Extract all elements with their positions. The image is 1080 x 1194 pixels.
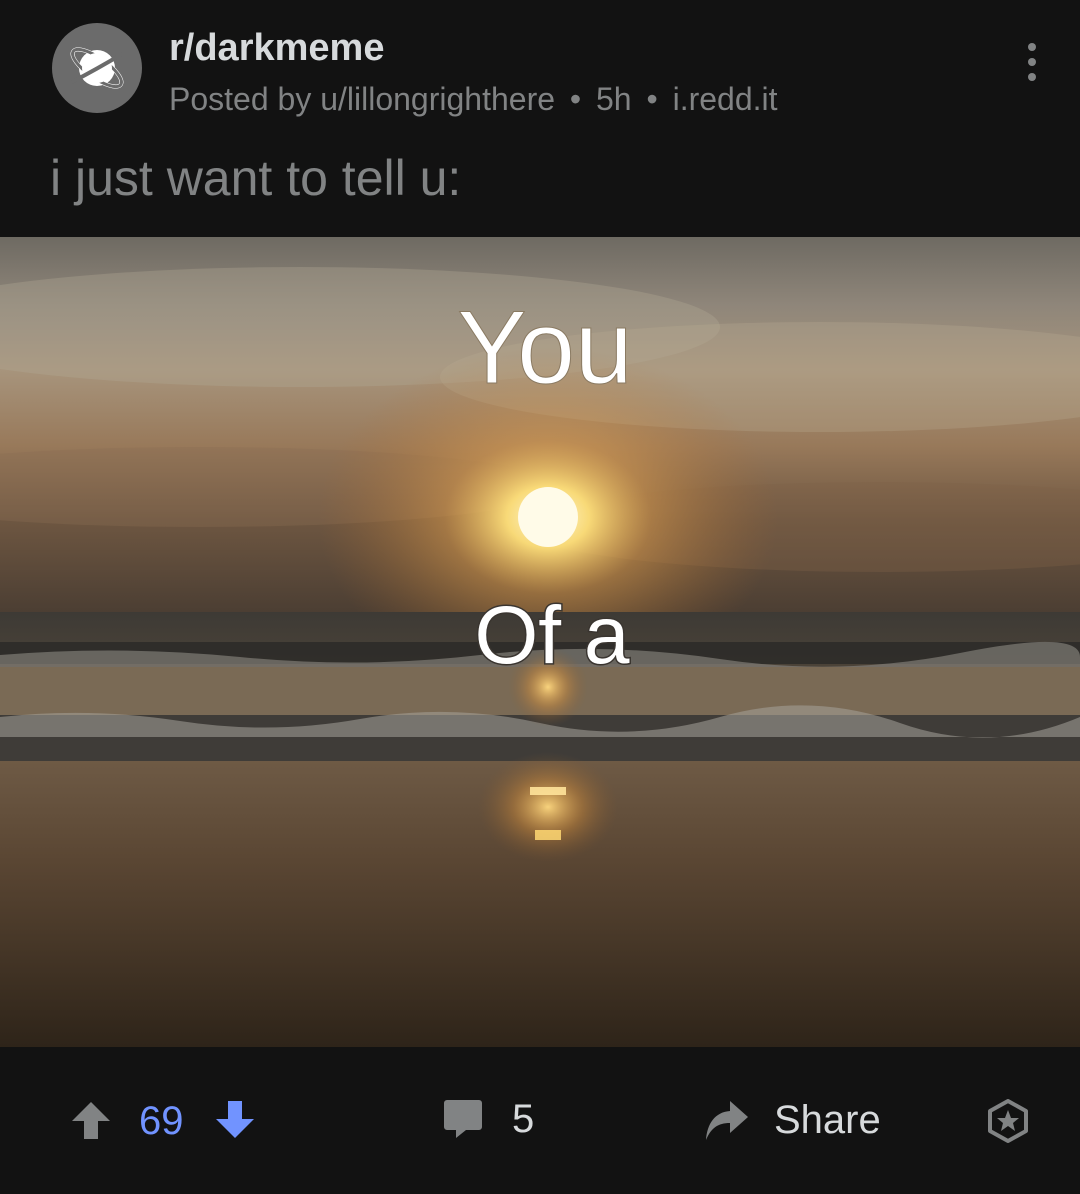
meta-separator: • <box>569 81 582 117</box>
comments-button[interactable]: 5 <box>442 1097 534 1141</box>
post-image[interactable]: You Of a <box>0 237 1080 1047</box>
subreddit-avatar[interactable] <box>52 23 142 113</box>
menu-dot <box>1028 58 1036 66</box>
score-count: 69 <box>139 1099 184 1143</box>
image-caption-bottom: Of a <box>475 590 630 681</box>
comment-count: 5 <box>512 1097 535 1141</box>
posted-by[interactable]: Posted by u/lillongrighthere <box>169 81 555 117</box>
downvote-button[interactable] <box>214 1099 256 1141</box>
overflow-menu-icon[interactable] <box>1010 40 1054 84</box>
arrow-down-icon <box>216 1101 254 1138</box>
post-card: r/darkmeme Posted by u/lillongrighthere … <box>0 0 1080 1194</box>
award-button[interactable] <box>986 1099 1030 1143</box>
meta-separator: • <box>646 81 658 117</box>
share-label: Share <box>774 1098 881 1142</box>
planet-icon <box>70 47 124 89</box>
post-action-bar: 69 5 Share <box>0 1047 1080 1194</box>
image-caption-top: You <box>457 290 633 406</box>
comment-bubble-icon <box>444 1100 482 1138</box>
menu-dot <box>1028 73 1036 81</box>
post-header: r/darkmeme Posted by u/lillongrighthere … <box>0 0 1080 130</box>
share-button[interactable]: Share <box>704 1097 881 1143</box>
menu-dot <box>1028 43 1036 51</box>
share-arrow-icon <box>706 1101 748 1140</box>
award-star-icon <box>988 1099 1028 1143</box>
post-title[interactable]: i just want to tell u: <box>50 148 461 208</box>
post-age: 5h <box>596 81 632 117</box>
upvote-button[interactable] <box>70 1099 112 1141</box>
subreddit-name[interactable]: r/darkmeme <box>169 27 384 69</box>
post-domain[interactable]: i.redd.it <box>673 81 778 117</box>
arrow-up-icon <box>72 1102 110 1139</box>
post-meta: Posted by u/lillongrighthere • 5h • i.re… <box>169 80 778 118</box>
vote-score: 69 <box>139 1099 184 1143</box>
